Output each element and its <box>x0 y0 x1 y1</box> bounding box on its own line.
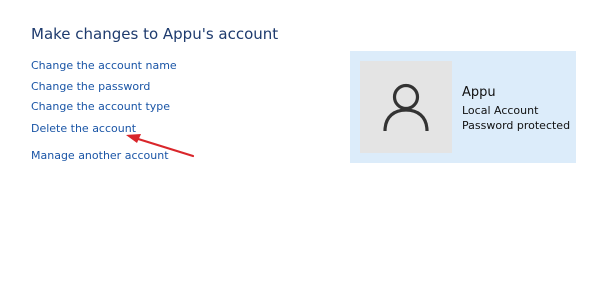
red-arrow-icon <box>126 134 195 158</box>
